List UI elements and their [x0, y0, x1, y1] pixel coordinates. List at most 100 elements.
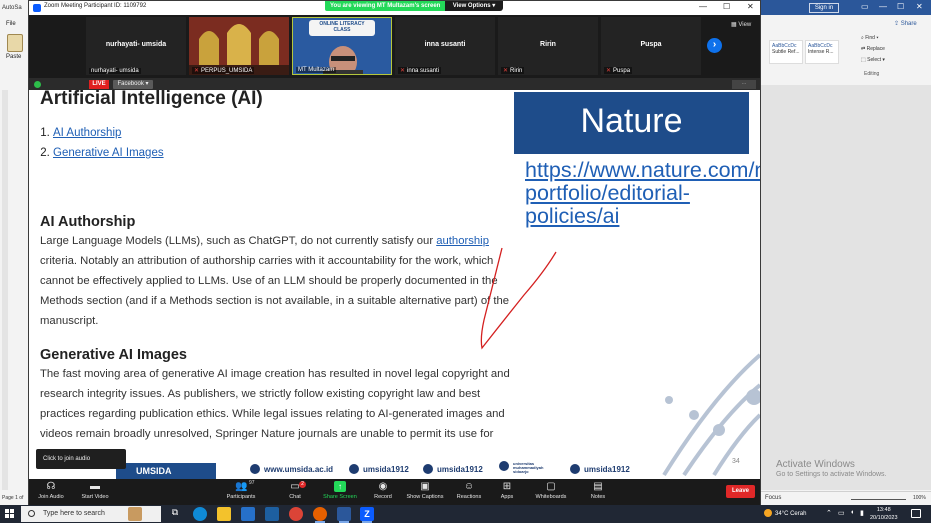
next-page-chevron-icon[interactable]: › [707, 38, 722, 53]
facebook-icon [499, 461, 509, 471]
participant-tile[interactable]: inna susanti ✕ inna susanti [395, 17, 495, 75]
participant-tile[interactable]: ✕ PERPUS_UMSIDA [189, 17, 289, 75]
minimize-icon[interactable]: — [699, 2, 707, 11]
search-placeholder: Type here to search [43, 510, 105, 517]
word-window-left-edge: AutoSa File Paste Page 1 of [0, 0, 30, 505]
participant-label-text: Puspa [613, 68, 631, 74]
find-button[interactable]: ⌕ Find ▾ [861, 35, 878, 41]
paste-button[interactable]: Paste [6, 54, 21, 60]
apps-icon: ⊞ [502, 481, 512, 492]
clock-date: 20/10/2023 [870, 515, 898, 521]
leave-button[interactable]: Leave [726, 485, 755, 498]
participant-tile[interactable]: nurhayati- umsida nurhayati- umsida [86, 17, 186, 75]
toolbar-label: Whiteboards [535, 494, 567, 500]
cortana-character-icon[interactable] [128, 507, 142, 521]
toolbar-label: Record [374, 494, 392, 500]
chevron-up-icon[interactable]: ⌃ [826, 509, 832, 517]
focus-mode-button[interactable]: Focus [765, 495, 781, 501]
shared-screen[interactable]: LIVE Facebook ▾ ⋯ Artificial Intelligenc… [29, 78, 760, 479]
select-button[interactable]: ⬚ Select ▾ [861, 57, 885, 63]
weather-widget[interactable]: 34°C Cerah [764, 509, 806, 517]
maximize-icon[interactable]: ☐ [723, 2, 730, 11]
toc-link-ai-authorship[interactable]: AI Authorship [53, 127, 121, 139]
toc-link-generative-ai-images[interactable]: Generative AI Images [53, 147, 164, 159]
section-heading: Generative AI Images [40, 347, 187, 363]
page-status[interactable]: Page 1 of [2, 495, 23, 501]
screen-options-badge[interactable]: ⋯ [732, 80, 756, 89]
zoom-icon[interactable]: Z [360, 507, 374, 523]
activate-windows-title: Activate Windows [776, 459, 855, 470]
gallery-view-button[interactable]: ▦ View [731, 21, 751, 28]
participant-tile[interactable]: Ririn ✕ Ririn [498, 17, 598, 75]
find-label: Find [865, 35, 875, 41]
view-options-button[interactable]: View Options ▾ [445, 1, 503, 11]
zoom-window-title: Zoom Meeting Participant ID: 1109792 [44, 3, 147, 9]
file-tab[interactable]: File [6, 21, 16, 27]
battery-icon[interactable]: ▮ [860, 509, 864, 517]
whiteboard-icon: ▢ [546, 481, 556, 492]
participant-tile-active-speaker[interactable]: ONLINE LITERACY CLASS MT Multazam [292, 17, 392, 75]
style-intense-reference[interactable]: AaBbCcDc Intense R... [805, 40, 839, 64]
word-icon[interactable] [337, 507, 351, 523]
minimize-icon[interactable]: — [879, 2, 887, 11]
ribbon-display-icon[interactable]: ▭ [861, 2, 869, 11]
firefox-icon[interactable] [313, 507, 327, 523]
mic-muted-icon: ✕ [400, 68, 406, 74]
join-audio-tooltip[interactable]: Click to join audio [36, 449, 126, 469]
network-icon[interactable]: ▭ [838, 509, 845, 517]
zoom-level[interactable]: 100% [913, 495, 926, 501]
notes-button[interactable]: ▤ Notes [572, 481, 624, 500]
volume-icon[interactable]: ◖ [850, 509, 854, 516]
document-area[interactable] [761, 85, 931, 490]
sign-in-button[interactable]: Sign in [809, 3, 839, 13]
footer-website: www.umsida.ac.id [250, 464, 333, 474]
twitter-icon [423, 464, 433, 474]
replace-button[interactable]: ⇄ Replace [861, 46, 885, 52]
maximize-icon[interactable]: ☐ [897, 2, 904, 11]
footer-text: umsida1912 [363, 465, 409, 474]
people-icon: 👥 [235, 481, 248, 492]
sun-icon [764, 509, 772, 517]
mic-muted-icon: ✕ [606, 68, 612, 74]
zoom-logo-icon [33, 4, 41, 12]
toolbar-label: Join Audio [38, 494, 64, 500]
select-label: Select [867, 57, 882, 63]
participant-label-text: Ririn [510, 68, 523, 74]
system-clock[interactable]: 13:48 20/10/2023 [870, 506, 898, 522]
share-button[interactable]: ⇪ Share [894, 20, 917, 27]
close-icon[interactable]: ✕ [916, 2, 923, 11]
activate-windows-subtitle: Go to Settings to activate Windows. [776, 471, 887, 478]
store-icon[interactable] [241, 507, 255, 521]
close-icon[interactable]: ✕ [747, 2, 754, 11]
paragraph-text: Large Language Models (LLMs), such as Ch… [40, 235, 437, 247]
whiteboards-button[interactable]: ▢ Whiteboards [525, 481, 577, 500]
mail-icon[interactable] [265, 507, 279, 521]
start-video-button[interactable]: ▬ Start Video [69, 481, 121, 500]
autosave-label[interactable]: AutoSa [2, 5, 22, 11]
word-title-bar: Sign in ▭ — ☐ ✕ [761, 0, 931, 15]
participant-tile[interactable]: Puspa ✕ Puspa [601, 17, 701, 75]
zoom-slider[interactable] [851, 499, 906, 500]
style-subtle-reference[interactable]: AaBbCcDc Subtle Ref... [769, 40, 803, 64]
instagram-icon [349, 464, 359, 474]
shield-icon[interactable] [34, 81, 41, 88]
participant-label: MT Multazam [296, 67, 337, 73]
nature-policy-link[interactable]: https://www.nature.com/nature-portfolio/… [525, 159, 760, 228]
youtube-icon [570, 464, 580, 474]
windows-start-icon[interactable] [5, 509, 15, 519]
participants-button[interactable]: 👥 97 Participants [215, 480, 267, 500]
edge-icon[interactable] [193, 507, 207, 521]
umsida-footer-logo: UMSIDA [116, 463, 216, 479]
task-view-icon[interactable]: ⧉ [168, 507, 182, 521]
file-explorer-icon[interactable] [217, 507, 231, 521]
windows-taskbar: Type here to search ⧉ Z 34°C Cerah ⌃ ▭ ◖… [0, 505, 931, 523]
paste-icon[interactable] [7, 34, 23, 52]
chrome-icon[interactable] [289, 507, 303, 521]
notes-icon: ▤ [593, 481, 603, 492]
list-item: Generative AI Images [53, 143, 164, 163]
section-heading: AI Authorship [40, 214, 136, 230]
replace-label: Replace [866, 46, 885, 52]
notifications-icon[interactable] [911, 509, 921, 518]
footer-text: sidoarjo [513, 468, 529, 474]
participant-label: ✕ Puspa [604, 67, 633, 74]
